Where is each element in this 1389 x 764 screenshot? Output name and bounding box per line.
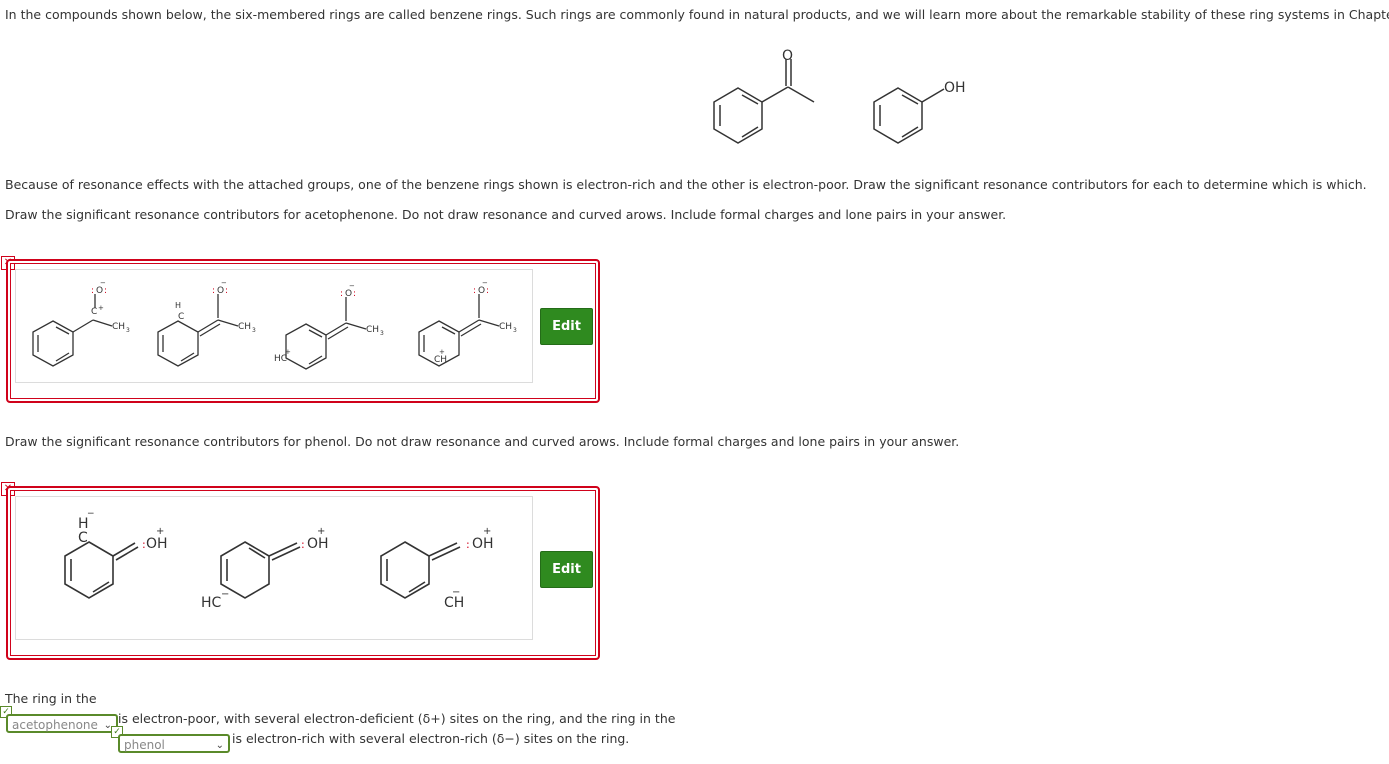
svg-text:3: 3 (513, 327, 517, 334)
svg-text:−: − (221, 279, 227, 287)
svg-text:O: O (96, 286, 103, 296)
sentence-part3: is electron-rich with several electron-r… (232, 731, 630, 746)
svg-text::: : (104, 286, 107, 296)
q2-drawing-canvas[interactable]: H − C : OH + HC − : OH + CH − : OH + (15, 496, 533, 640)
svg-text::: : (353, 289, 356, 299)
svg-text::: : (466, 538, 470, 551)
svg-text:−: − (482, 279, 488, 287)
svg-text:3: 3 (126, 327, 130, 334)
chevron-down-icon: ⌄ (215, 740, 224, 751)
top-structures: O OH (713, 48, 966, 144)
ring-dropdown-1[interactable]: acetophenone ⌄ (6, 714, 118, 733)
svg-text:+: + (98, 304, 104, 312)
svg-text:CH: CH (238, 322, 251, 332)
acetophenone-contributors: :O: − C + CH 3 H C :O: − CH 3 HC+ :O: − CH 3… (32, 279, 517, 370)
svg-text:O: O (345, 289, 352, 299)
svg-text::: : (473, 286, 476, 296)
svg-text:−: − (452, 587, 460, 598)
svg-text:−: − (221, 589, 229, 600)
svg-text:C: C (78, 530, 88, 546)
svg-text::: : (340, 289, 343, 299)
svg-text:CH: CH (366, 325, 379, 335)
svg-text:+: + (439, 348, 445, 356)
svg-text:HC: HC (201, 595, 222, 611)
q1-prompt: Draw the significant resonance contribut… (5, 207, 1007, 222)
svg-text:3: 3 (252, 327, 256, 334)
phenol-contributors: H− C : OH+ HC− : OH+ CH− : OH+ (64, 509, 494, 611)
svg-text:CH: CH (112, 322, 125, 332)
svg-text:C: C (91, 307, 97, 317)
svg-text:+: + (285, 348, 291, 356)
ring-dropdown-2[interactable]: phenol ⌄ (118, 734, 230, 753)
svg-text:O: O (217, 286, 224, 296)
svg-text::: : (301, 538, 305, 551)
svg-text::: : (225, 286, 228, 296)
svg-text:C: C (178, 312, 184, 322)
svg-text::: : (212, 286, 215, 296)
phenol-oh-label: OH (944, 80, 966, 96)
q1-edit-button[interactable]: Edit (540, 308, 593, 345)
svg-text:+: + (483, 526, 491, 537)
svg-text:OH: OH (472, 536, 494, 552)
svg-text:−: − (349, 282, 355, 290)
svg-text::: : (91, 286, 94, 296)
svg-text:−: − (87, 509, 95, 519)
svg-text:H: H (175, 301, 181, 310)
dropdown-2-value: phenol (124, 738, 165, 752)
svg-text::: : (486, 286, 489, 296)
svg-text:+: + (317, 526, 325, 537)
q2-prompt: Draw the significant resonance contribut… (5, 434, 960, 449)
dropdown-1-value: acetophenone (12, 718, 98, 732)
q1-drawing-canvas[interactable]: :O: − C + CH 3 H C :O: − CH 3 HC + :O: − CH 3… (15, 269, 533, 383)
svg-text:O: O (782, 48, 793, 64)
svg-text:+: + (156, 526, 164, 537)
q2-edit-button[interactable]: Edit (540, 551, 593, 588)
svg-text:CH: CH (434, 355, 447, 365)
intro-text: In the compounds shown below, the six-me… (5, 7, 1389, 22)
svg-text:−: − (100, 279, 106, 287)
svg-text:OH: OH (307, 536, 329, 552)
svg-text:3: 3 (380, 330, 384, 337)
sentence-part1: The ring in the (5, 691, 97, 706)
resonance-statement: Because of resonance effects with the at… (5, 177, 1367, 192)
svg-text:CH: CH (499, 322, 512, 332)
svg-text:OH: OH (146, 536, 168, 552)
svg-text:O: O (478, 286, 485, 296)
sentence-part2: is electron-poor, with several electron-… (118, 711, 676, 726)
